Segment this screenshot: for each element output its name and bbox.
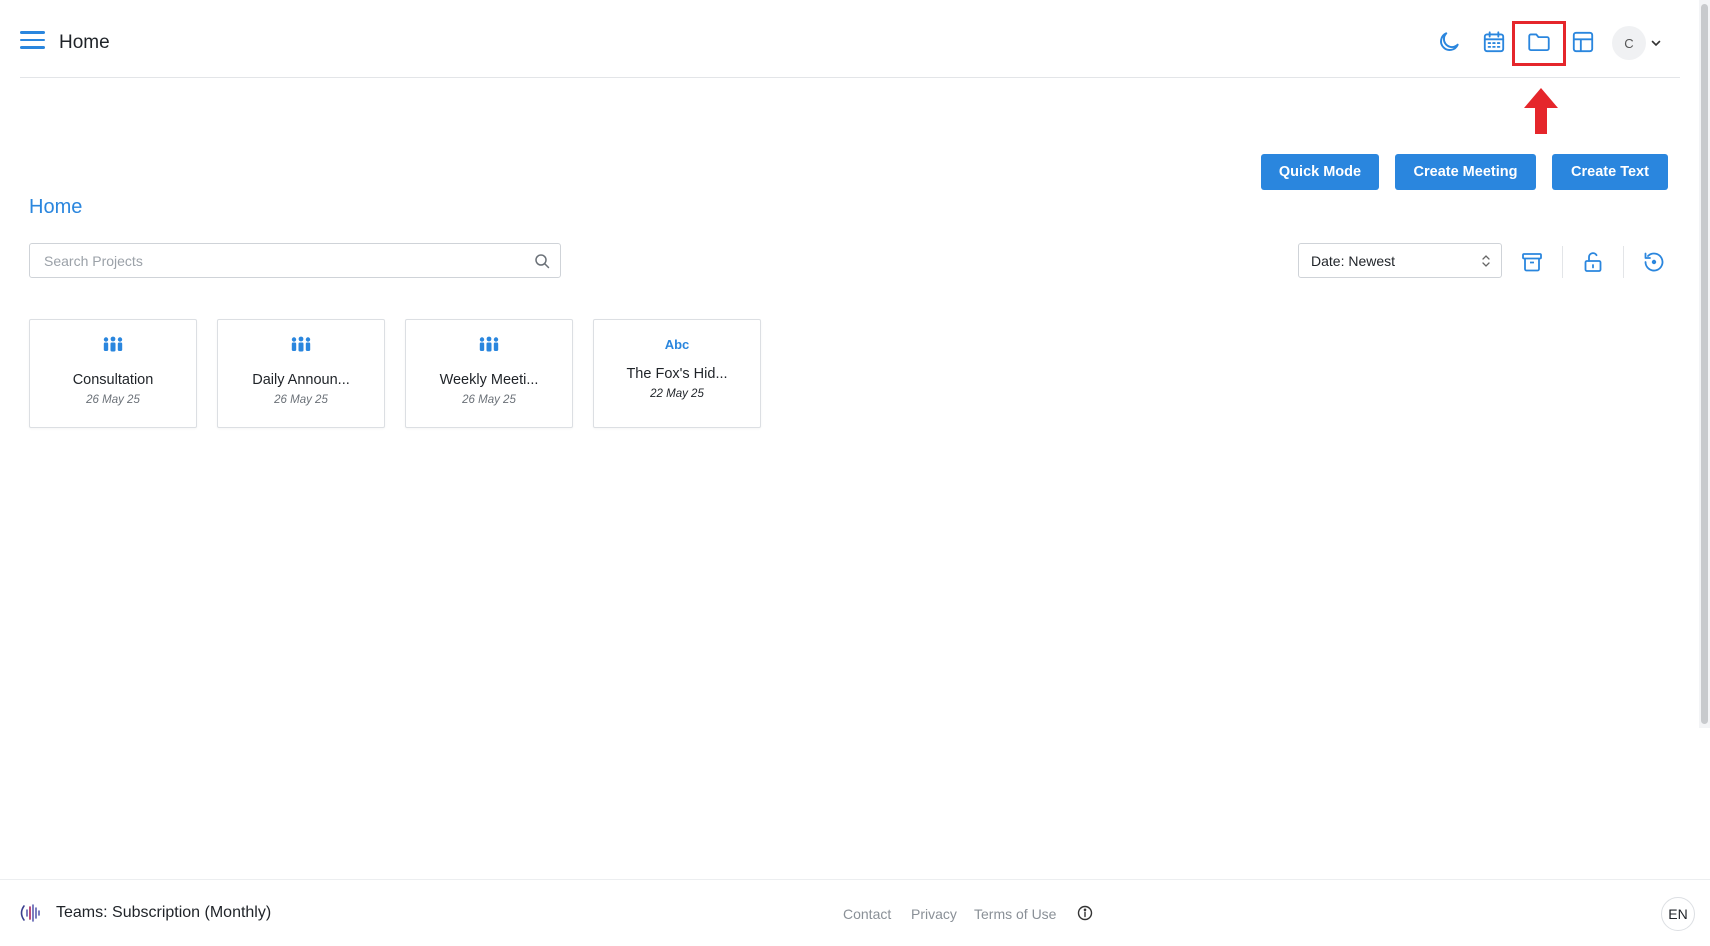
chevron-down-icon[interactable] [1650,36,1662,48]
create-text-button[interactable]: Create Text [1552,154,1668,190]
project-date: 26 May 25 [86,394,140,406]
project-name: The Fox's Hid... [626,366,728,382]
toolbar-divider [1623,246,1624,278]
create-meeting-button[interactable]: Create Meeting [1395,154,1536,190]
scrollbar[interactable] [1699,0,1710,728]
project-card[interactable]: Weekly Meeti... 26 May 25 [405,319,573,428]
calendar-icon[interactable] [1481,29,1507,55]
text-abc-icon: Abc [664,337,690,352]
contact-link[interactable]: Contact [843,906,891,922]
project-date: 26 May 25 [462,394,516,406]
project-card[interactable]: Abc The Fox's Hid... 22 May 25 [593,319,761,428]
toolbar-divider [1562,246,1563,278]
archive-icon[interactable] [1520,250,1544,274]
search-input[interactable] [42,244,526,277]
search-icon[interactable] [534,253,550,269]
red-arrow-annotation-icon [1522,86,1560,136]
project-date: 26 May 25 [274,394,328,406]
page-title: Home [29,196,83,218]
project-name: Daily Announ... [252,372,350,388]
project-date: 22 May 25 [650,388,704,400]
sort-select-value: Date: Newest [1311,253,1396,269]
terms-link[interactable]: Terms of Use [974,906,1056,922]
unlock-icon[interactable] [1581,250,1605,274]
select-arrows-icon [1481,254,1491,268]
avatar[interactable]: C [1612,26,1646,60]
language-button[interactable]: EN [1661,897,1695,931]
project-name: Consultation [72,372,154,388]
scrollbar-thumb[interactable] [1701,4,1708,724]
waveform-logo-icon [18,902,44,924]
menu-icon[interactable] [20,31,45,53]
search-box [29,243,561,278]
sort-select[interactable]: Date: Newest [1298,243,1502,278]
group-icon [406,336,572,352]
group-icon [218,336,384,352]
group-icon [30,336,196,352]
privacy-link[interactable]: Privacy [911,906,957,922]
layout-grid-icon[interactable] [1570,29,1596,55]
folder-highlight-box [1512,21,1566,66]
project-card[interactable]: Consultation 26 May 25 [29,319,197,428]
history-icon[interactable] [1642,250,1666,274]
quick-mode-button[interactable]: Quick Mode [1261,154,1379,190]
moon-icon[interactable] [1436,29,1462,55]
top-header [20,0,1680,78]
project-name: Weekly Meeti... [439,372,539,388]
project-card[interactable]: Daily Announ... 26 May 25 [217,319,385,428]
info-icon[interactable] [1077,905,1093,921]
subscription-text: Teams: Subscription (Monthly) [56,904,272,921]
header-title: Home [59,32,110,53]
